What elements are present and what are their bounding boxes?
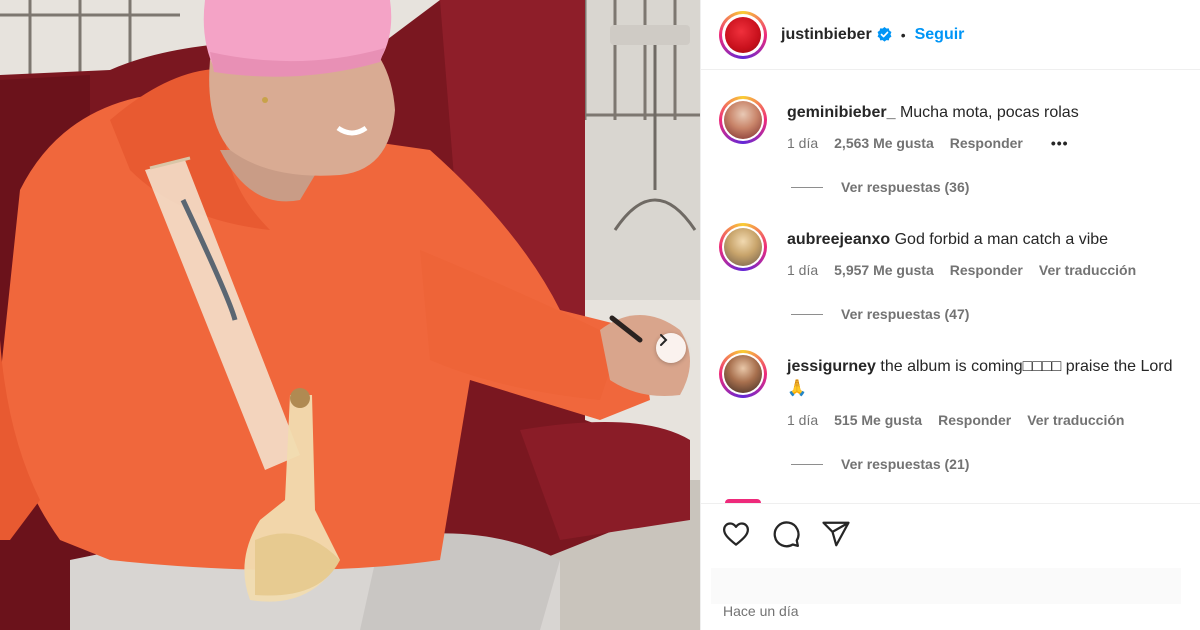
view-replies-label: Ver respuestas (36) bbox=[841, 179, 970, 195]
comment-meta: 1 día 5,957 Me gusta Responder Ver tradu… bbox=[787, 262, 1136, 278]
comment-body: Mucha mota, pocas rolas bbox=[899, 104, 1079, 121]
comment-text-line2: 🙏 bbox=[787, 378, 1200, 400]
comment-likes[interactable]: 515 Me gusta bbox=[834, 412, 922, 428]
replies-divider bbox=[791, 186, 823, 188]
view-replies-button[interactable]: Ver respuestas (21) bbox=[791, 456, 969, 472]
verified-badge-icon bbox=[877, 27, 892, 42]
paper-plane-icon bbox=[822, 521, 850, 546]
view-replies-button[interactable]: Ver respuestas (47) bbox=[791, 306, 969, 322]
comment-likes[interactable]: 2,563 Me gusta bbox=[834, 135, 934, 151]
comment-username[interactable]: jessigurney bbox=[787, 358, 876, 375]
reply-button[interactable]: Responder bbox=[950, 262, 1023, 278]
comments-list: geminibieber_ Mucha mota, pocas rolas 1 … bbox=[701, 71, 1200, 503]
follow-button[interactable]: Seguir bbox=[915, 26, 965, 44]
replies-divider bbox=[791, 313, 823, 315]
comment-input-area[interactable] bbox=[711, 568, 1181, 604]
post-actions bbox=[701, 503, 1200, 563]
translate-button[interactable]: Ver traducción bbox=[1027, 412, 1124, 428]
comment-avatar[interactable] bbox=[719, 223, 767, 271]
comment-age: 1 día bbox=[787, 262, 819, 278]
comment-username[interactable]: aubreejeanxo bbox=[787, 231, 890, 248]
post-panel: justinbieber • Seguir geminibieber_ Much… bbox=[700, 0, 1200, 630]
comment-body: the album is coming□□□□ praise the Lord bbox=[880, 358, 1173, 375]
comment-username[interactable]: geminibieber_ bbox=[787, 104, 895, 121]
post-timestamp: Hace un día bbox=[723, 603, 799, 619]
view-replies-label: Ver respuestas (21) bbox=[841, 456, 970, 472]
author-username[interactable]: justinbieber bbox=[781, 26, 872, 44]
chevron-right-icon bbox=[660, 334, 668, 346]
reply-button[interactable]: Responder bbox=[938, 412, 1011, 428]
comment-text: geminibieber_ Mucha mota, pocas rolas bbox=[787, 102, 1200, 124]
comment-likes[interactable]: 5,957 Me gusta bbox=[834, 262, 934, 278]
reply-button[interactable]: Responder bbox=[950, 135, 1023, 151]
comment-bubble-icon bbox=[773, 520, 800, 547]
comment-age: 1 día bbox=[787, 412, 819, 428]
share-button[interactable] bbox=[821, 519, 851, 549]
post-image bbox=[0, 0, 700, 630]
comment-age: 1 día bbox=[787, 135, 819, 151]
comment-meta: 1 día 2,563 Me gusta Responder ••• bbox=[787, 135, 1069, 151]
view-replies-label: Ver respuestas (47) bbox=[841, 306, 970, 322]
translate-button[interactable]: Ver traducción bbox=[1039, 262, 1136, 278]
next-image-button[interactable] bbox=[656, 333, 686, 363]
view-replies-button[interactable]: Ver respuestas (36) bbox=[791, 179, 969, 195]
comment-button[interactable] bbox=[771, 519, 801, 549]
replies-divider bbox=[791, 463, 823, 465]
more-options-icon[interactable]: ••• bbox=[1051, 135, 1069, 151]
like-button[interactable] bbox=[721, 519, 751, 549]
post-header: justinbieber • Seguir bbox=[701, 0, 1200, 70]
comment-avatar[interactable] bbox=[719, 350, 767, 398]
comment-body: God forbid a man catch a vibe bbox=[894, 231, 1109, 248]
author-avatar[interactable] bbox=[719, 10, 767, 59]
heart-icon bbox=[723, 521, 749, 546]
comment-text: jessigurney the album is coming□□□□ prai… bbox=[787, 356, 1200, 378]
comment-text: aubreejeanxo God forbid a man catch a vi… bbox=[787, 229, 1200, 251]
comment-avatar[interactable] bbox=[719, 96, 767, 144]
post-photo bbox=[0, 0, 700, 630]
comment-meta: 1 día 515 Me gusta Responder Ver traducc… bbox=[787, 412, 1124, 428]
praying-hands-emoji: 🙏 bbox=[787, 380, 807, 397]
header-separator: • bbox=[900, 26, 906, 43]
